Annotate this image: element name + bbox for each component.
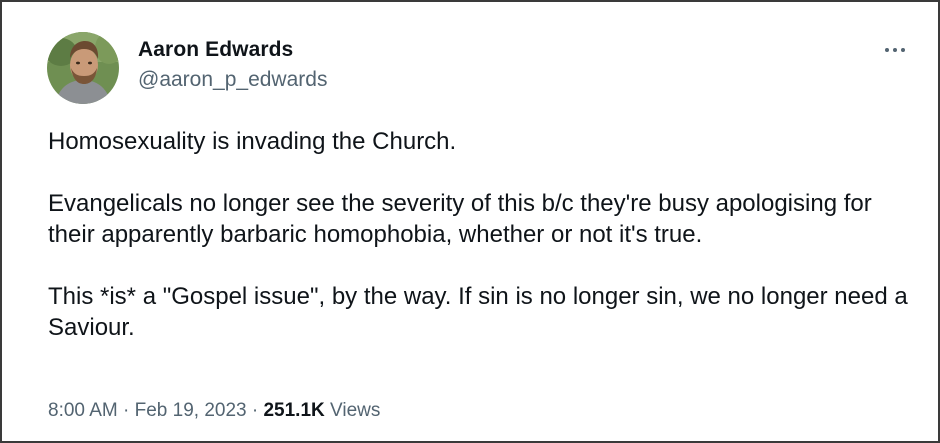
author-handle[interactable]: @aaron_p_edwards: [138, 68, 327, 92]
more-dot: [885, 48, 889, 52]
more-icon[interactable]: [878, 40, 912, 60]
author-name[interactable]: Aaron Edwards: [138, 38, 293, 62]
more-dot: [901, 48, 905, 52]
meta-separator: ·: [123, 400, 130, 421]
more-dot: [893, 48, 897, 52]
avatar-image: [47, 32, 119, 104]
meta-separator: ·: [251, 400, 259, 421]
tweet-card: Aaron Edwards @aaron_p_edwards Homosexua…: [0, 0, 940, 443]
avatar[interactable]: [47, 32, 119, 104]
tweet-paragraph: Evangelicals no longer see the severity …: [48, 190, 872, 248]
views-count[interactable]: 251.1K: [263, 400, 324, 421]
tweet-paragraph: Homosexuality is invading the Church.: [48, 128, 457, 155]
views-label: Views: [330, 400, 381, 421]
tweet-paragraph: This *is* a "Gospel issue", by the way. …: [48, 283, 908, 341]
tweet-meta: 8:00 AM · Feb 19, 2023 · 251.1K Views: [48, 400, 380, 422]
tweet-time[interactable]: 8:00 AM: [48, 400, 118, 421]
tweet-text: Homosexuality is invading the Church. Ev…: [48, 126, 908, 343]
tweet-date[interactable]: Feb 19, 2023: [135, 400, 247, 421]
